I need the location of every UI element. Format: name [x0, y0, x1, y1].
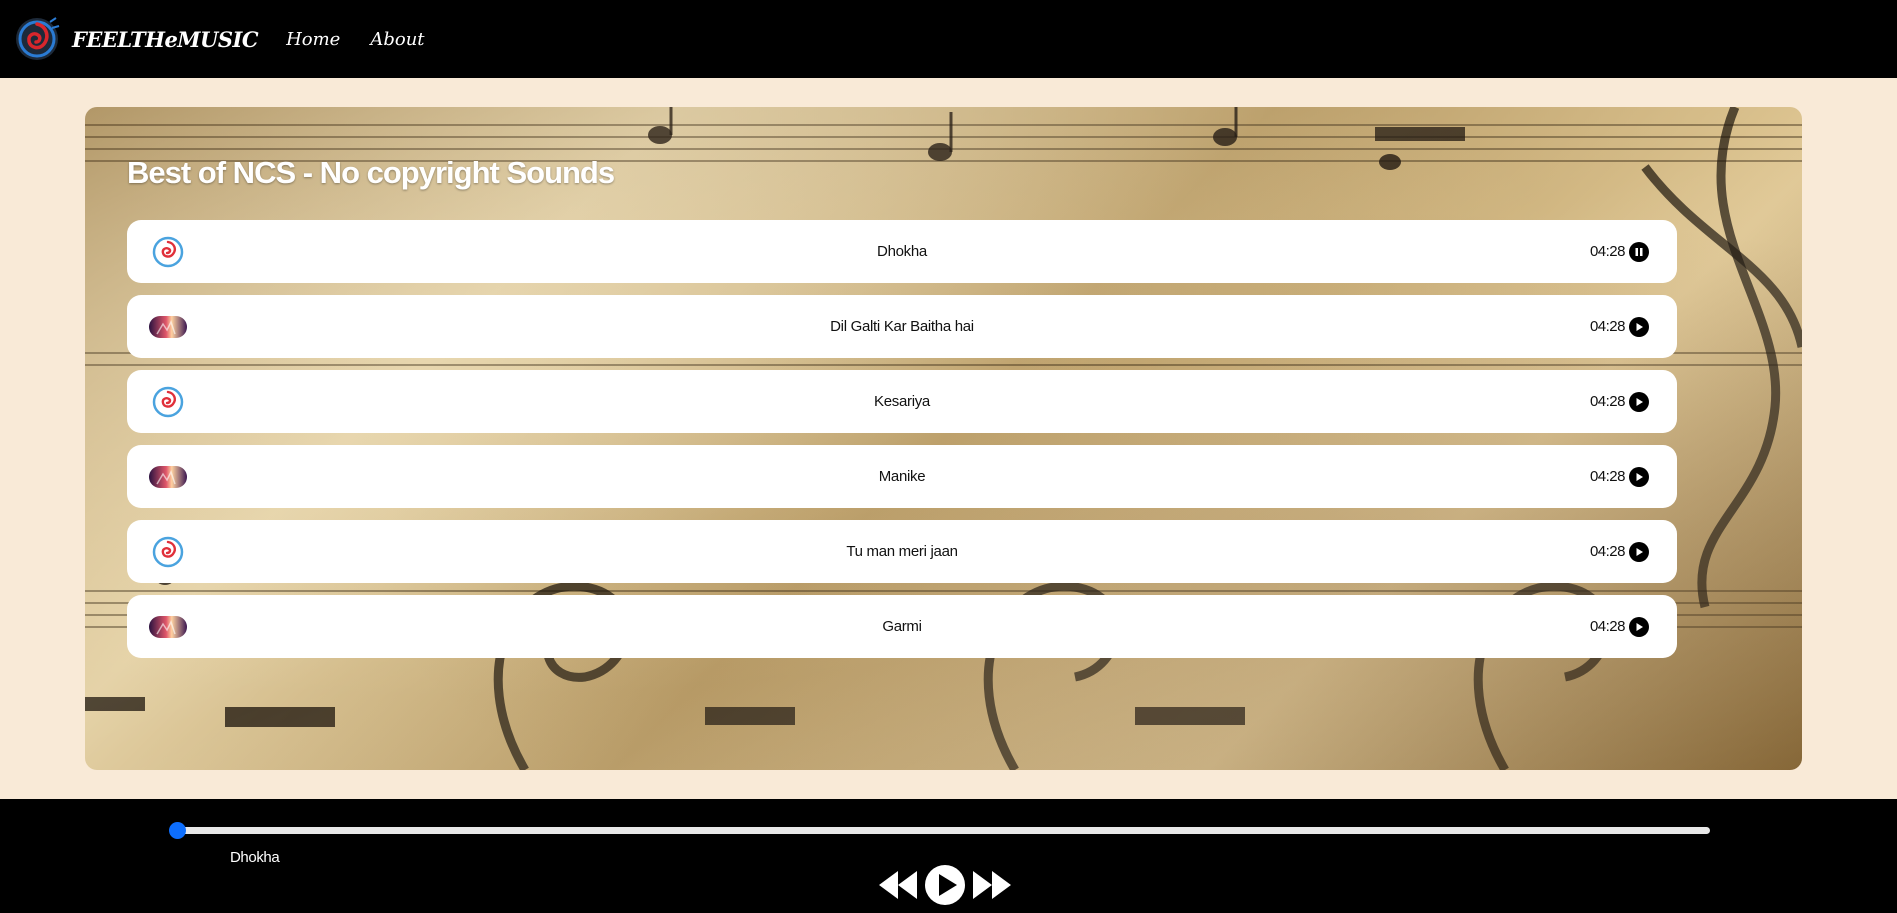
- song-meta: 04:28: [1589, 466, 1649, 487]
- backward-icon[interactable]: [877, 868, 919, 902]
- music-logo-icon[interactable]: [12, 14, 62, 64]
- song-name: Garmi: [882, 618, 922, 635]
- song-meta: 04:28: [1589, 391, 1649, 412]
- song-item[interactable]: Manike 04:28: [127, 445, 1677, 508]
- pause-icon[interactable]: [1629, 241, 1649, 262]
- song-list: Dhokha 04:28 Dil Galti Kar Baitha hai 04:28…: [127, 220, 1677, 670]
- song-item[interactable]: Garmi 04:28: [127, 595, 1677, 658]
- player-controls: [877, 862, 1013, 908]
- song-meta: 04:28: [1589, 616, 1649, 637]
- song-item[interactable]: Dhokha 04:28: [127, 220, 1677, 283]
- song-meta: 04:28: [1589, 541, 1649, 562]
- song-duration: 04:28: [1589, 318, 1626, 335]
- song-item[interactable]: Kesariya 04:28: [127, 370, 1677, 433]
- song-name: Manike: [878, 468, 926, 485]
- song-name: Tu man meri jaan: [846, 543, 958, 560]
- progress-thumb[interactable]: [169, 822, 186, 839]
- player-bar: Dhokha: [0, 799, 1897, 913]
- nav-link-home[interactable]: Home: [286, 29, 340, 50]
- progress-bar[interactable]: [169, 822, 1710, 839]
- playlist-title: Best of NCS - No copyright Sounds: [127, 155, 615, 190]
- song-duration: 04:28: [1589, 393, 1626, 410]
- song-item[interactable]: Dil Galti Kar Baitha hai 04:28: [127, 295, 1677, 358]
- forward-icon[interactable]: [971, 868, 1013, 902]
- song-name: Dhokha: [877, 243, 927, 260]
- song-meta: 04:28: [1589, 316, 1649, 337]
- song-duration: 04:28: [1589, 243, 1626, 260]
- brand-name[interactable]: FEELTHeMUSIC: [72, 27, 259, 52]
- play-icon[interactable]: [923, 863, 967, 907]
- play-icon[interactable]: [1629, 466, 1649, 487]
- navbar: FEELTHeMUSIC Home About: [0, 0, 1897, 78]
- nav-link-about[interactable]: About: [370, 29, 424, 50]
- now-playing-title: Dhokha: [230, 849, 280, 866]
- song-duration: 04:28: [1589, 543, 1626, 560]
- play-icon[interactable]: [1629, 316, 1649, 337]
- song-item[interactable]: Tu man meri jaan 04:28: [127, 520, 1677, 583]
- song-duration: 04:28: [1589, 618, 1626, 635]
- play-icon[interactable]: [1629, 541, 1649, 562]
- song-name: Dil Galti Kar Baitha hai: [830, 318, 974, 335]
- playlist-container: Best of NCS - No copyright Sounds Dhokha…: [85, 107, 1802, 770]
- song-duration: 04:28: [1589, 468, 1626, 485]
- song-meta: 04:28: [1589, 241, 1649, 262]
- play-icon[interactable]: [1629, 616, 1649, 637]
- play-icon[interactable]: [1629, 391, 1649, 412]
- song-name: Kesariya: [874, 393, 930, 410]
